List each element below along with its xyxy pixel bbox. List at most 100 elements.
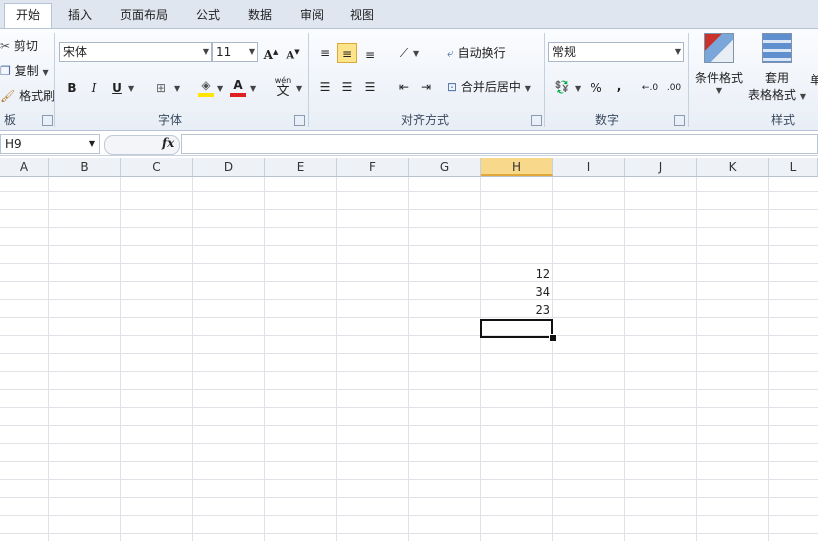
conditional-format-button[interactable]: 条件格式 ▼: [694, 33, 744, 95]
table-format-icon: [762, 33, 792, 63]
italic-button[interactable]: I: [84, 78, 104, 98]
divider: [308, 33, 309, 127]
phonetic-button[interactable]: wén 文: [270, 76, 296, 98]
underline-button[interactable]: U: [107, 78, 127, 98]
column-header-active[interactable]: H: [481, 158, 553, 176]
table-format-button[interactable]: 套用 表格格式 ▼: [747, 33, 807, 103]
cell-h8[interactable]: 23: [480, 303, 550, 317]
column-header[interactable]: K: [697, 158, 769, 176]
cell-h7[interactable]: 34: [480, 285, 550, 299]
number-format-select[interactable]: 常规 ▼: [548, 42, 684, 62]
comma-button[interactable]: ,: [609, 76, 629, 96]
font-name-select[interactable]: 宋体 ▼: [59, 42, 212, 62]
brush-icon: 🖌: [0, 89, 16, 103]
dialog-launcher-icon[interactable]: [42, 115, 53, 126]
orientation-icon[interactable]: ⟋: [394, 43, 414, 63]
format-painter-button[interactable]: 🖌 格式刷: [0, 87, 55, 104]
decrease-decimal-icon[interactable]: .00: [664, 78, 684, 98]
column-header[interactable]: D: [193, 158, 265, 176]
divider: [688, 33, 689, 127]
font-size-select[interactable]: 11 ▼: [212, 42, 258, 62]
column-headers: A B C D E F G H I J K L: [0, 158, 818, 177]
chevron-down-icon[interactable]: ▼: [575, 84, 581, 93]
chevron-down-icon: ▼: [524, 84, 531, 93]
chevron-down-icon: ▼: [674, 47, 681, 56]
font-color-icon[interactable]: A: [228, 78, 248, 98]
tab-view[interactable]: 视图: [340, 4, 384, 26]
tab-data[interactable]: 数据: [238, 4, 282, 26]
align-middle-icon[interactable]: ≡: [337, 43, 357, 63]
name-box[interactable]: H9 ▼: [0, 134, 100, 154]
fill-color-icon[interactable]: ◈: [196, 78, 216, 98]
tab-formulas[interactable]: 公式: [186, 4, 230, 26]
chevron-down-icon: ▼: [202, 47, 209, 56]
column-header[interactable]: E: [265, 158, 337, 176]
column-header[interactable]: C: [121, 158, 193, 176]
dialog-launcher-icon[interactable]: [674, 115, 685, 126]
merge-icon: ⊡: [447, 80, 458, 94]
ribbon-tab-bar: 开始 插入 页面布局 公式 数据 审阅 视图: [0, 0, 818, 29]
column-header[interactable]: G: [409, 158, 481, 176]
align-right-icon[interactable]: ☰: [360, 77, 380, 97]
tab-page-layout[interactable]: 页面布局: [112, 4, 176, 26]
ribbon: ✂ 剪切 ❐ 复制 ▼ 🖌 格式刷 板 宋体 ▼ 11 ▼ A▲ A▼ B I U …: [0, 29, 818, 131]
cell-h6[interactable]: 12: [480, 267, 550, 281]
align-center-icon[interactable]: ☰: [337, 77, 357, 97]
chevron-down-icon[interactable]: ▼: [217, 84, 223, 93]
scissors-icon: ✂: [0, 39, 11, 53]
copy-button[interactable]: ❐ 复制 ▼: [0, 62, 49, 79]
align-left-icon[interactable]: ☰: [315, 77, 335, 97]
chevron-down-icon: ▼: [715, 86, 723, 95]
decrease-indent-icon[interactable]: ⇤: [394, 77, 414, 97]
grow-font-icon[interactable]: A▲: [261, 42, 281, 62]
currency-icon[interactable]: 💱: [552, 77, 572, 97]
insert-function-button[interactable]: fx: [162, 136, 174, 150]
fill-handle[interactable]: [549, 334, 557, 342]
bold-button[interactable]: B: [62, 78, 82, 98]
align-top-icon[interactable]: ≡: [315, 43, 335, 63]
tab-insert[interactable]: 插入: [58, 4, 102, 26]
divider: [544, 33, 545, 127]
copy-icon: ❐: [0, 64, 11, 78]
wrap-text-button[interactable]: ⤶ 自动换行: [447, 44, 506, 61]
formula-bar: H9 ▼ fx: [0, 133, 818, 156]
chevron-down-icon[interactable]: ▼: [128, 84, 134, 93]
percent-button[interactable]: %: [586, 78, 606, 98]
dialog-launcher-icon[interactable]: [294, 115, 305, 126]
tab-home[interactable]: 开始: [4, 3, 52, 28]
align-bottom-icon[interactable]: ≡: [360, 45, 380, 65]
conditional-format-icon: [704, 33, 734, 63]
shrink-font-icon[interactable]: A▼: [283, 42, 303, 62]
chevron-down-icon[interactable]: ▼: [250, 84, 256, 93]
chevron-down-icon: ▼: [88, 139, 95, 148]
clipboard-group-label: 板: [3, 113, 16, 127]
divider: [54, 33, 55, 127]
increase-decimal-icon[interactable]: ←.0: [640, 78, 660, 98]
font-group-label: 字体: [157, 113, 182, 127]
alignment-group-label: 对齐方式: [400, 113, 449, 127]
column-header[interactable]: J: [625, 158, 697, 176]
chevron-down-icon[interactable]: ▼: [296, 84, 302, 93]
cell-style-button[interactable]: 单: [810, 71, 818, 88]
selected-cell[interactable]: [480, 319, 553, 338]
chevron-down-icon[interactable]: ▼: [413, 49, 419, 58]
chevron-down-icon: ▼: [799, 92, 806, 101]
chevron-down-icon: ▼: [42, 68, 49, 77]
tab-review[interactable]: 审阅: [290, 4, 334, 26]
worksheet-grid[interactable]: 12 34 23: [0, 177, 818, 541]
cut-button[interactable]: ✂ 剪切: [0, 37, 38, 54]
border-icon[interactable]: ⊞: [151, 78, 171, 98]
column-header[interactable]: B: [49, 158, 121, 176]
chevron-down-icon: ▼: [248, 47, 255, 56]
chevron-down-icon[interactable]: ▼: [174, 84, 180, 93]
styles-group-label: 样式: [770, 113, 795, 127]
merge-center-button[interactable]: ⊡ 合并后居中 ▼: [447, 78, 531, 95]
increase-indent-icon[interactable]: ⇥: [416, 77, 436, 97]
dialog-launcher-icon[interactable]: [531, 115, 542, 126]
column-header[interactable]: I: [553, 158, 625, 176]
column-header[interactable]: L: [769, 158, 818, 176]
formula-input[interactable]: [181, 134, 818, 154]
column-header[interactable]: F: [337, 158, 409, 176]
column-header[interactable]: A: [0, 158, 49, 176]
wrap-text-icon: ⤶: [447, 46, 454, 60]
